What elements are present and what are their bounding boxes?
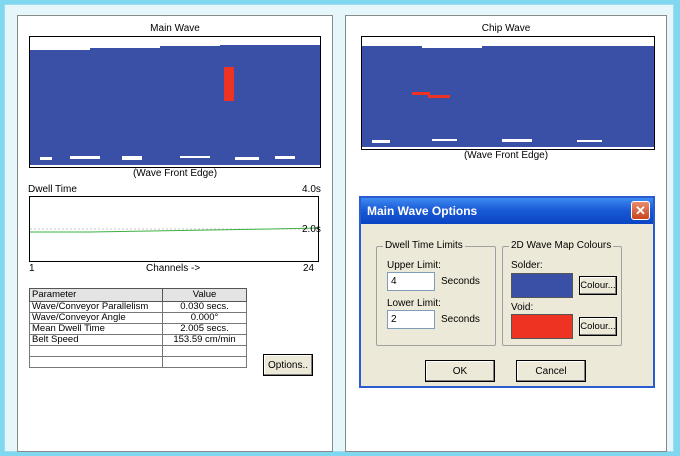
table-row: Belt Speed 153.59 cm/min xyxy=(29,334,247,346)
main-wave-title: Main Wave xyxy=(150,23,200,34)
param-name: Mean Dwell Time xyxy=(29,323,163,335)
options-button[interactable]: Options.. xyxy=(263,354,313,376)
table-row-empty xyxy=(29,345,247,357)
main-wave-caption: (Wave Front Edge) xyxy=(132,168,218,179)
main-wave-options-dialog: Main Wave Options ✕ Dwell Time Limits Up… xyxy=(359,196,655,388)
header-parameter: Parameter xyxy=(29,288,163,302)
lower-limit-label: Lower Limit: xyxy=(387,298,441,309)
table-row: Mean Dwell Time 2.005 secs. xyxy=(29,323,247,335)
upper-limit-unit: Seconds xyxy=(441,276,480,287)
lower-limit-input[interactable] xyxy=(387,310,435,329)
x-start-label: 1 xyxy=(29,263,35,274)
void-colour-button[interactable]: Colour... xyxy=(579,317,617,336)
dwell-time-chart xyxy=(29,196,319,262)
param-value: 0.030 secs. xyxy=(162,301,247,313)
param-value: 2.005 secs. xyxy=(162,323,247,335)
dwell-time-label: Dwell Time xyxy=(28,184,77,195)
x-end-label: 24 xyxy=(303,263,315,274)
solder-label: Solder: xyxy=(511,260,543,271)
solder-colour-button[interactable]: Colour... xyxy=(579,276,617,295)
chip-solder-area xyxy=(362,46,654,147)
main-wave-map xyxy=(29,36,321,168)
dwell-chart-svg xyxy=(30,227,318,233)
dwell-limits-group: Dwell Time Limits Upper Limit: Seconds L… xyxy=(376,240,496,346)
solder-colour-swatch xyxy=(511,273,573,298)
void-marker xyxy=(224,67,234,101)
main-wave-panel: Main Wave (Wave Front Edge) Dwell Time 4… xyxy=(17,15,333,452)
x-axis-label: Channels -> xyxy=(146,263,201,274)
table-row: Wave/Conveyor Angle 0.000° xyxy=(29,312,247,324)
param-value: 0.000° xyxy=(162,312,247,324)
wave-colours-group-title: 2D Wave Map Colours xyxy=(509,240,614,251)
table-header-row: Parameter Value xyxy=(29,288,247,302)
header-value: Value xyxy=(162,288,247,302)
dwell-limits-group-title: Dwell Time Limits xyxy=(383,240,465,251)
chip-void-marker xyxy=(428,95,450,98)
cancel-button[interactable]: Cancel xyxy=(516,360,586,382)
chip-wave-map xyxy=(361,36,655,150)
chip-wave-title: Chip Wave xyxy=(481,23,531,34)
ok-button[interactable]: OK xyxy=(425,360,495,382)
chart-mid-label: 2.0s xyxy=(302,224,321,235)
parameters-table: Parameter Value Wave/Conveyor Parallelis… xyxy=(29,288,247,368)
param-name: Wave/Conveyor Angle xyxy=(29,312,163,324)
upper-limit-label: Upper Limit: xyxy=(387,260,441,271)
param-name: Belt Speed xyxy=(29,334,163,346)
upper-limit-input[interactable] xyxy=(387,272,435,291)
param-value: 153.59 cm/min xyxy=(162,334,247,346)
void-colour-swatch xyxy=(511,314,573,339)
table-row-empty xyxy=(29,356,247,368)
param-name: Wave/Conveyor Parallelism xyxy=(29,301,163,313)
dialog-title: Main Wave Options xyxy=(367,204,478,218)
chip-wave-caption: (Wave Front Edge) xyxy=(463,150,549,161)
close-icon[interactable]: ✕ xyxy=(631,201,650,220)
void-label: Void: xyxy=(511,302,534,313)
wave-colours-group: 2D Wave Map Colours Solder: Colour... Vo… xyxy=(502,240,622,346)
dialog-titlebar[interactable]: Main Wave Options ✕ xyxy=(361,198,653,224)
lower-limit-unit: Seconds xyxy=(441,314,480,325)
chart-max-label: 4.0s xyxy=(302,184,321,195)
table-row: Wave/Conveyor Parallelism 0.030 secs. xyxy=(29,301,247,313)
solder-area xyxy=(30,45,320,165)
